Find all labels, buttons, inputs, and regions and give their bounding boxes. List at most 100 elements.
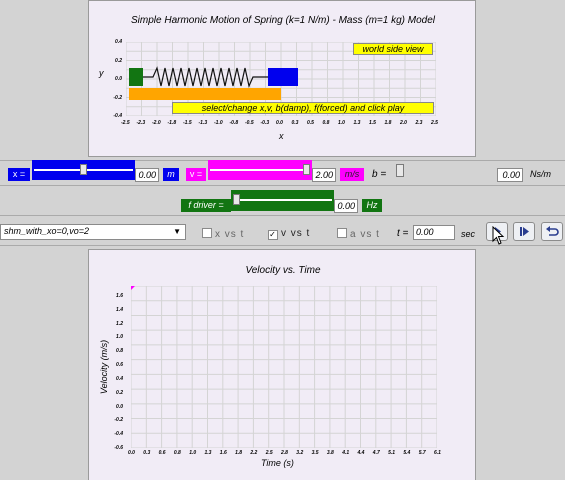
world-x-tick-label: 2.5 [431, 120, 438, 126]
time-label: t = [397, 228, 409, 239]
b-value-field[interactable]: 0.00 [497, 168, 523, 182]
chart-x-tick-label: 0.6 [158, 450, 166, 456]
floor-bar [129, 88, 281, 100]
chart-y-tick-label: 1.6 [116, 293, 123, 299]
chart-x-tick-label: 0.0 [128, 450, 135, 456]
world-x-tick-label: 1.3 [353, 120, 361, 126]
chart-y-tick-label: 0.4 [116, 375, 123, 382]
v-label: v = [186, 168, 206, 181]
chart-x-tick-label: 6.1 [434, 450, 441, 456]
world-x-tick-label: 0.3 [291, 120, 299, 126]
world-x-tick-label: 0.8 [322, 120, 330, 126]
mass-block[interactable] [268, 68, 298, 86]
f-value-field[interactable]: 0.00 [334, 199, 358, 213]
checkbox-x-vs-t-label: x vs t [215, 229, 245, 240]
chart-x-tick-label: 2.2 [250, 450, 258, 456]
chart-x-tick-label: 0.3 [143, 450, 151, 456]
chart-x-tick-label: 3.5 [311, 450, 319, 456]
check-mark-icon: ✓ [268, 230, 278, 240]
f-driver-label: f driver = [181, 199, 231, 212]
step-button[interactable] [513, 222, 535, 241]
mouse-cursor-icon [492, 226, 505, 245]
chart-y-tick-label: 0.2 [116, 389, 123, 396]
chart-x-tick-label: 2.8 [281, 450, 288, 456]
velocity-point [131, 286, 135, 290]
time-value-field[interactable]: 0.00 [413, 225, 455, 240]
x-slider[interactable] [32, 160, 135, 180]
chart-y-tick-label: 0.8 [116, 348, 123, 355]
v-slider[interactable] [208, 160, 312, 180]
checkbox-x-vs-t[interactable]: x vs t [202, 228, 244, 240]
world-view-label: world side view [353, 43, 433, 55]
world-x-tick-label: -1.0 [214, 120, 223, 126]
b-unit: Ns/m [530, 169, 551, 179]
world-y-tick-label: 0.0 [115, 76, 122, 82]
x-slider-thumb[interactable] [80, 164, 87, 175]
chart-y-tick-label: -0.6 [114, 445, 123, 451]
checkbox-a-vs-t[interactable]: a vs t [337, 228, 380, 240]
chart-x-tick-label: 5.1 [388, 450, 396, 456]
f-unit: Hz [362, 199, 382, 212]
world-x-tick-label: 2.0 [400, 120, 407, 126]
chart-x-tick-label: 1.0 [189, 450, 197, 456]
chart-y-tick-label: 1.0 [116, 334, 123, 341]
chart-x-tick-label: 1.8 [235, 450, 243, 456]
world-y-tick-label: 0.4 [115, 39, 122, 45]
world-x-tick-label: 2.3 [415, 120, 423, 126]
chart-x-tick-label: 5.4 [403, 450, 411, 456]
b-label: b = [372, 169, 387, 180]
chart-x-tick-label: 2.5 [265, 450, 273, 456]
chart-x-tick-label: 3.8 [326, 450, 334, 456]
chart-y-tick-label: 1.4 [116, 306, 123, 313]
chart-y-tick-label: -0.2 [114, 417, 123, 424]
v-value-field[interactable]: 2.00 [312, 168, 336, 182]
world-x-axis-label: x [279, 131, 284, 141]
preset-selected: shm_with_xo=0,vo=2 [4, 226, 90, 236]
x-unit: m [163, 168, 179, 181]
preset-dropdown[interactable]: shm_with_xo=0,vo=2 ▼ [0, 224, 186, 240]
checkbox-a-vs-t-label: a vs t [350, 229, 380, 240]
v-slider-thumb[interactable] [303, 164, 310, 175]
x-value-field[interactable]: 0.00 [135, 168, 159, 182]
chart-title: Velocity vs. Time [245, 265, 321, 276]
reset-button[interactable] [541, 222, 563, 241]
world-y-tick-label: 0.2 [115, 57, 122, 64]
world-x-tick-label: 0.0 [276, 120, 283, 126]
world-x-tick-label: -1.8 [167, 120, 177, 126]
world-y-tick-label: -0.4 [113, 113, 122, 119]
world-x-tick-label: -1.3 [198, 120, 208, 126]
chart-y-tick-label: -0.4 [114, 431, 123, 438]
world-x-tick-label: 1.0 [338, 120, 345, 126]
x-label: x = [8, 168, 30, 181]
chart-x-tick-label: 1.6 [219, 450, 227, 456]
hint-label: select/change x,v, b(damp), f(forced) an… [172, 102, 434, 114]
chart-y-tick-label: 1.2 [116, 320, 123, 327]
world-y-tick-label: -0.2 [113, 94, 122, 101]
chart-x-axis-label: Time (s) [261, 458, 294, 468]
world-x-tick-label: 0.5 [307, 120, 314, 126]
checkbox-v-vs-t[interactable]: ✓ v vs t [268, 228, 310, 240]
world-x-tick-label: -0.8 [229, 120, 239, 126]
chart-x-tick-label: 5.7 [418, 450, 426, 456]
world-x-tick-label: -2.5 [121, 120, 130, 126]
v-unit: m/s [340, 168, 364, 181]
chart-x-tick-label: 4.7 [372, 450, 380, 456]
f-slider[interactable] [231, 190, 334, 211]
chart-x-tick-label: 3.2 [296, 450, 304, 456]
chart-x-tick-label: 4.4 [357, 450, 365, 456]
world-x-tick-label: -0.5 [245, 120, 254, 126]
wall-block [129, 68, 143, 86]
chart-x-tick-label: 4.1 [342, 450, 350, 456]
world-x-tick-label: 1.8 [384, 120, 392, 126]
f-slider-thumb[interactable] [233, 194, 240, 205]
world-x-tick-label: -2.3 [136, 120, 146, 126]
chart-y-tick-label: 0.0 [116, 403, 123, 410]
chevron-down-icon[interactable]: ▼ [173, 227, 181, 236]
world-x-tick-label: -1.5 [183, 120, 192, 126]
chart-y-tick-label: 0.6 [116, 362, 123, 369]
world-x-tick-label: 1.5 [369, 120, 376, 126]
velocity-plot [131, 286, 437, 448]
spring-coil [143, 66, 268, 88]
b-slider-thumb[interactable] [396, 164, 404, 177]
world-x-tick-label: -2.0 [152, 120, 161, 126]
